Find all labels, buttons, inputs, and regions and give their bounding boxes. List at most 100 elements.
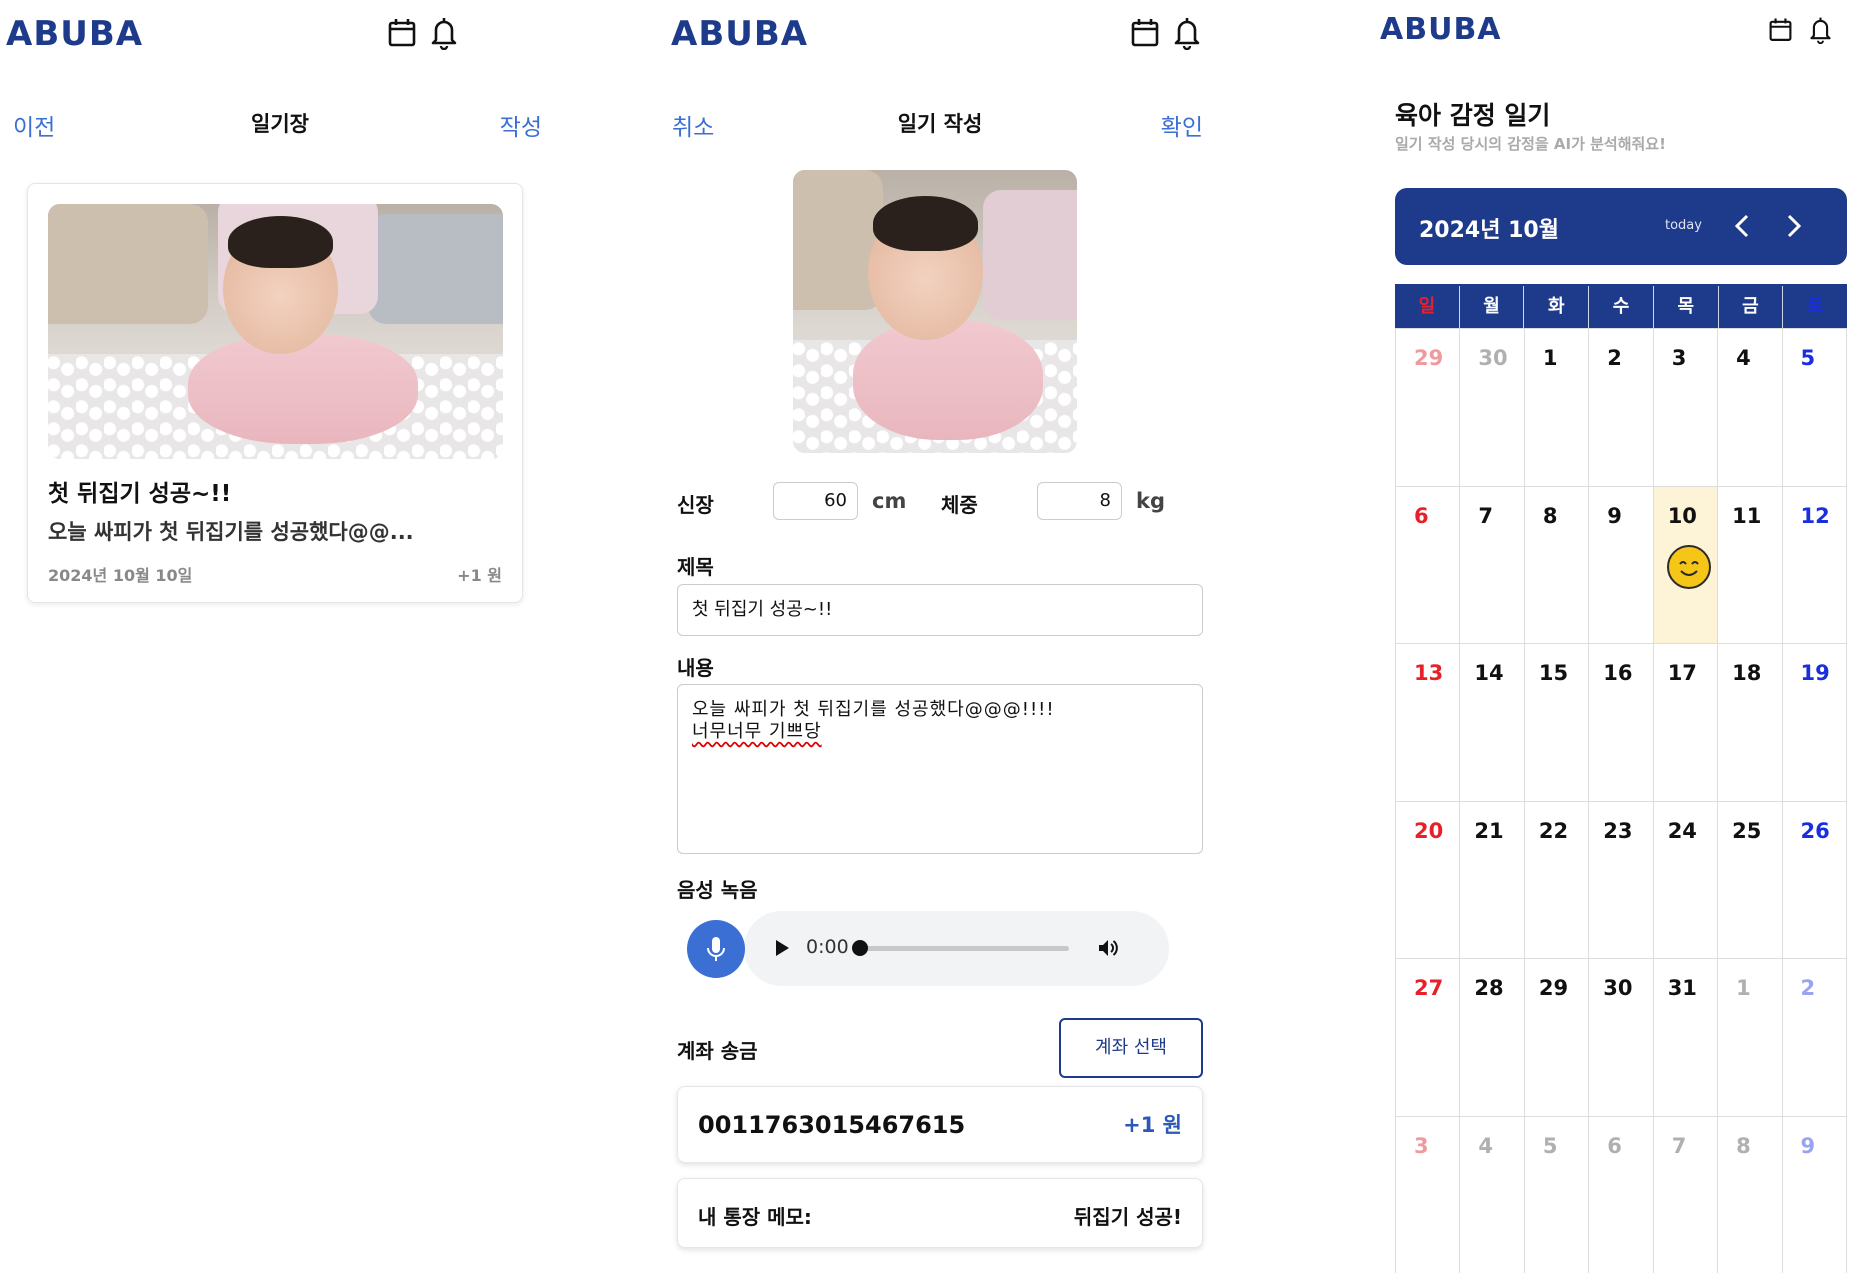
- voice-label: 음성 녹음: [677, 878, 758, 902]
- calendar-day[interactable]: 28: [1459, 959, 1523, 1116]
- day-number: 8: [1736, 1133, 1751, 1158]
- calendar-day[interactable]: 2: [1588, 329, 1652, 486]
- calendar-day[interactable]: 11: [1717, 486, 1781, 643]
- record-button[interactable]: [687, 920, 745, 978]
- calendar-day[interactable]: 9: [1588, 486, 1652, 643]
- day-number: 2: [1800, 976, 1816, 1000]
- day-number: 1: [1542, 346, 1558, 370]
- app-logo[interactable]: ABUBA: [1380, 12, 1502, 47]
- calendar-week: 29 30 1 2 3 4 5: [1395, 328, 1847, 486]
- write-link[interactable]: 작성: [500, 108, 542, 142]
- calendar-day[interactable]: 6: [1395, 486, 1459, 643]
- weight-input[interactable]: 8: [1037, 482, 1122, 520]
- card-date: 2024년 10월 10일: [48, 566, 193, 585]
- bell-icon[interactable]: [1807, 16, 1834, 45]
- calendar-day[interactable]: 1: [1717, 959, 1781, 1116]
- calendar-day[interactable]: 29: [1395, 329, 1459, 486]
- account-number: 0011763015467615: [698, 1111, 966, 1139]
- title-label: 제목: [677, 555, 714, 579]
- account-select-button[interactable]: 계좌 선택: [1059, 1018, 1203, 1078]
- calendar-day[interactable]: 8: [1717, 1116, 1781, 1273]
- confirm-link[interactable]: 확인: [1161, 108, 1203, 142]
- calendar-day[interactable]: 1: [1523, 329, 1588, 486]
- smiley-icon: [1666, 544, 1711, 589]
- weekday-row: 일 월화수목금토: [1395, 284, 1847, 328]
- bell-icon[interactable]: [1171, 16, 1203, 51]
- calendar-day[interactable]: 7: [1652, 1116, 1717, 1273]
- account-card[interactable]: 0011763015467615 +1 원: [677, 1086, 1203, 1163]
- calendar-day[interactable]: 29: [1523, 959, 1588, 1116]
- calendar-week: 3 4 5 6 7 8 9: [1395, 1115, 1847, 1273]
- calendar-day[interactable]: 9: [1781, 1116, 1847, 1273]
- next-month-icon[interactable]: [1785, 213, 1803, 243]
- calendar-day[interactable]: 4: [1459, 1116, 1523, 1273]
- calendar-day[interactable]: 22: [1523, 801, 1588, 958]
- app-logo[interactable]: ABUBA: [6, 14, 143, 54]
- play-icon[interactable]: [774, 939, 790, 961]
- day-number: 3: [1414, 1133, 1429, 1158]
- day-number: 28: [1474, 976, 1504, 1000]
- calendar-day[interactable]: 5: [1781, 329, 1847, 486]
- calendar-day[interactable]: 18: [1717, 644, 1781, 801]
- height-input[interactable]: 60: [773, 482, 858, 520]
- player-progress-thumb[interactable]: [852, 940, 868, 956]
- day-number: 2: [1607, 346, 1622, 370]
- day-number: 29: [1414, 346, 1444, 370]
- emotion-calendar-screen: ABUBA 육아 감정 일기 일기 작성 당시의 감정을 AI가 분석해줘요! …: [1380, 0, 1867, 1283]
- calendar-day[interactable]: 8: [1523, 486, 1588, 643]
- calendar-day[interactable]: 14: [1459, 644, 1523, 801]
- calendar-day[interactable]: 2: [1781, 959, 1847, 1116]
- calendar-day[interactable]: 23: [1588, 801, 1652, 958]
- height-unit: cm: [872, 489, 907, 513]
- title-input[interactable]: 첫 뒤집기 성공~!!: [677, 584, 1203, 636]
- calendar-day[interactable]: 15: [1523, 644, 1588, 801]
- baby-photo-upload[interactable]: [793, 170, 1077, 453]
- calendar-day[interactable]: 20: [1395, 801, 1459, 958]
- day-number: 27: [1414, 976, 1444, 1000]
- day-number: 5: [1542, 1133, 1558, 1158]
- content-textarea[interactable]: 오늘 싸피가 첫 뒤집기를 성공했다@@@!!!! 너무너무 기쁘당: [677, 684, 1203, 854]
- calendar-day[interactable]: 19: [1781, 644, 1847, 801]
- transfer-label: 계좌 송금: [677, 1039, 758, 1063]
- app-logo[interactable]: ABUBA: [671, 14, 808, 54]
- bell-icon[interactable]: [428, 16, 460, 51]
- day-number: 3: [1671, 346, 1687, 370]
- mic-icon: [707, 937, 725, 961]
- calendar-day[interactable]: 30: [1588, 959, 1652, 1116]
- today-button[interactable]: today: [1665, 218, 1702, 233]
- player-progress[interactable]: [852, 940, 1069, 956]
- calendar-day[interactable]: 7: [1459, 486, 1523, 643]
- calendar-icon[interactable]: [386, 16, 418, 50]
- top-nav: 이전 일기장 작성: [0, 108, 560, 148]
- weekday-header: 수: [1588, 286, 1653, 328]
- day-number: 25: [1732, 818, 1762, 843]
- calendar-day[interactable]: 24: [1652, 801, 1717, 958]
- calendar-day[interactable]: 17: [1652, 644, 1717, 801]
- volume-icon[interactable]: [1096, 936, 1120, 964]
- calendar-day[interactable]: 13: [1395, 644, 1459, 801]
- calendar-day[interactable]: 30: [1459, 329, 1523, 486]
- calendar-day[interactable]: 21: [1459, 801, 1523, 958]
- calendar-day[interactable]: 10: [1652, 486, 1718, 643]
- calendar-icon[interactable]: [1767, 16, 1794, 44]
- calendar-day[interactable]: 16: [1588, 644, 1652, 801]
- calendar-icon[interactable]: [1129, 16, 1161, 50]
- calendar-day[interactable]: 6: [1588, 1116, 1652, 1273]
- calendar-day[interactable]: 25: [1717, 801, 1781, 958]
- day-number: 7: [1478, 503, 1494, 528]
- calendar-day[interactable]: 27: [1395, 959, 1459, 1116]
- calendar-day[interactable]: 26: [1781, 801, 1847, 958]
- calendar-day[interactable]: 31: [1652, 959, 1717, 1116]
- calendar-day[interactable]: 3: [1395, 1116, 1459, 1273]
- day-number: 4: [1736, 346, 1751, 370]
- memo-card[interactable]: 내 통장 메모: 뒤집기 성공!: [677, 1178, 1203, 1248]
- calendar-day[interactable]: 12: [1781, 486, 1847, 643]
- calendar-day[interactable]: 4: [1717, 329, 1781, 486]
- prev-month-icon[interactable]: [1733, 213, 1751, 243]
- day-number: 20: [1414, 818, 1444, 843]
- card-amount: +1 원: [457, 566, 502, 585]
- weight-unit: kg: [1136, 489, 1165, 513]
- calendar-day[interactable]: 3: [1652, 329, 1717, 486]
- calendar-day[interactable]: 5: [1523, 1116, 1588, 1273]
- diary-card[interactable]: 첫 뒤집기 성공~!! 오늘 싸피가 첫 뒤집기를 성공했다@@... 2024…: [27, 183, 523, 603]
